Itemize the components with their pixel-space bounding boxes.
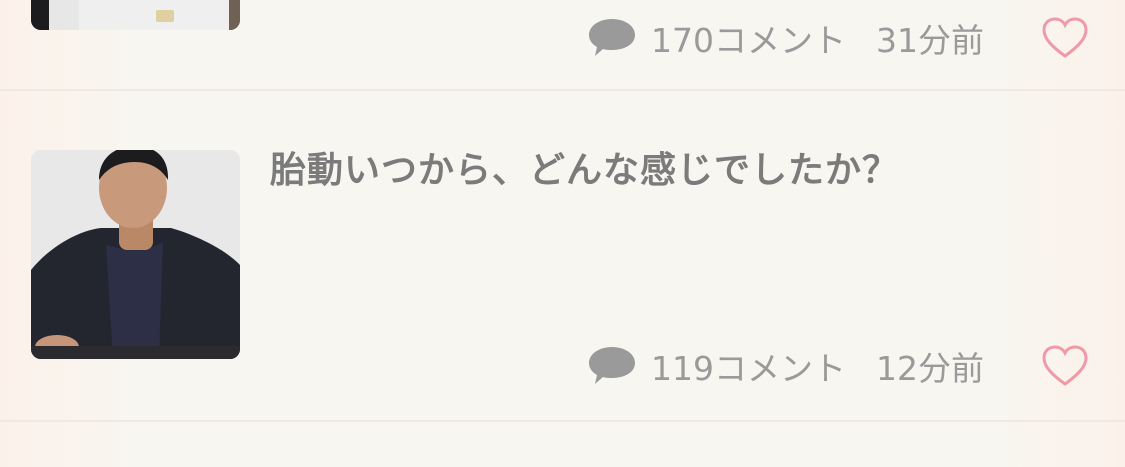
speech-bubble-icon [589, 347, 635, 384]
posted-time: 31分前 [876, 21, 984, 60]
comment-count: 170コメント [651, 21, 846, 60]
topic-meta: 170コメント 31分前 [587, 16, 984, 60]
posted-time: 12分前 [876, 349, 984, 388]
divider [0, 420, 1125, 422]
person-photo [31, 150, 240, 359]
topic-feed: 170コメント 31分前 胎動いつから、どんな感じでしたか？ 119コメント 1… [0, 0, 1125, 467]
topic-thumbnail[interactable] [31, 0, 240, 30]
heart-icon[interactable] [1041, 16, 1089, 60]
feed-item[interactable]: 170コメント 31分前 [0, 0, 1125, 90]
topic-thumbnail[interactable] [31, 150, 240, 359]
speech-bubble-icon [589, 19, 635, 56]
feed-item[interactable]: 胎動いつから、どんな感じでしたか？ 119コメント 12分前 [0, 91, 1125, 421]
topic-title[interactable]: 胎動いつから、どんな感じでしたか？ [270, 147, 1070, 195]
heart-icon[interactable] [1041, 344, 1089, 388]
topic-meta: 119コメント 12分前 [587, 344, 984, 388]
comment-count: 119コメント [651, 349, 846, 388]
